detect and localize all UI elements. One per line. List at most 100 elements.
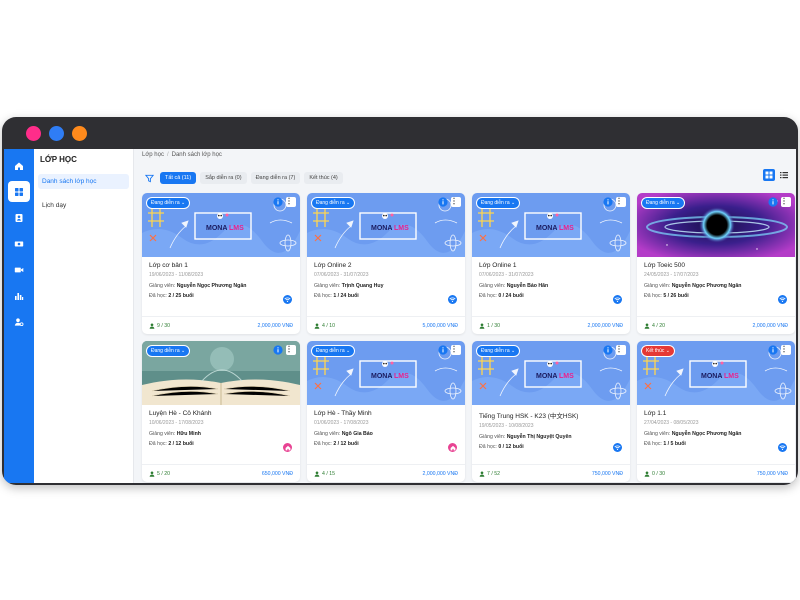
class-name[interactable]: Tiếng Trung HSK - K23 (中文HSK) [479,410,623,420]
class-price: 2,000,000 VNĐ [587,322,623,329]
status-badge[interactable]: Đang diễn ra ⌄ [146,345,191,357]
more-options-icon[interactable] [781,345,791,355]
teacher-label: Giảng viên: [644,283,672,289]
more-options-icon[interactable] [451,345,461,355]
home-rail-button[interactable] [8,155,30,176]
info-icon[interactable] [768,345,778,355]
sidenav-item-class-list[interactable]: Danh sách lớp học [38,174,129,189]
class-name[interactable]: Lớp 1.1 [644,410,788,417]
student-rail-button[interactable] [8,207,30,228]
orange-dot[interactable] [72,125,87,141]
status-badge[interactable]: Đang diễn ra ⌄ [311,197,356,209]
student-count: 4 / 15 [314,471,335,477]
chevron-down-icon: ⌄ [346,348,351,354]
students-icon [644,470,650,477]
student-count-value: 5 / 20 [157,470,170,477]
class-name[interactable]: Lớp Toeic 500 [644,262,788,269]
video-rail-button[interactable] [8,259,30,280]
progress-value: 2 / 12 buổi [333,441,359,447]
class-name[interactable]: Lớp Online 1 [479,262,623,269]
more-options-icon[interactable] [451,197,461,207]
view-toggle [763,169,790,181]
class-name[interactable]: Lớp Online 2 [314,262,458,269]
class-card[interactable]: MONA LMS Kết thúc ⌄ Lớp 1.1 27/04/2023 -… [637,341,795,482]
class-name[interactable]: Lớp Hè - Thầy Minh [314,410,458,417]
students-icon [479,322,485,329]
progress-value: 0 / 12 buổi [498,444,524,450]
info-icon[interactable] [273,197,283,207]
class-dates: 07/06/2023 - 31/07/2023 [314,272,369,278]
user-settings-rail-button[interactable] [8,311,30,332]
chart-rail-button[interactable] [8,285,30,306]
status-badge[interactable]: Kết thúc ⌄ [641,345,675,357]
info-icon[interactable] [603,345,613,355]
tab-upcoming[interactable]: Sắp diễn ra (0) [200,172,247,184]
sidenav-title: LỚP HỌC [40,155,77,164]
list-view-icon[interactable] [778,169,790,181]
wifi-icon [613,443,622,452]
chevron-down-icon: ⌄ [511,348,516,354]
class-teacher: Giảng viên: Ngô Gia Bảo [314,431,458,437]
status-badge[interactable]: Đang diễn ra ⌄ [476,345,521,357]
more-options-icon[interactable] [616,197,626,207]
mona-lms-thumbnail: MONA LMS Đang diễn ra ⌄ [142,193,300,257]
more-options-icon[interactable] [286,345,296,355]
class-card[interactable]: MONA LMS Đang diễn ra ⌄ Lớp Online 2 07/… [307,193,465,334]
info-icon[interactable] [603,197,613,207]
sidenav-item-schedule[interactable]: Lịch dạy [38,198,129,213]
progress-label: Đã học: [314,441,334,447]
tab-all[interactable]: Tất cả (11) [160,172,197,184]
class-grid: MONA LMS Đang diễn ra ⌄ Lớp cơ bản 1 19/… [142,193,795,482]
progress-value: 1 / 24 buổi [333,293,359,299]
student-count-value: 0 / 30 [652,470,665,477]
class-card[interactable]: MONA LMS Đang diễn ra ⌄ Lớp Online 1 07/… [472,193,630,334]
student-count: 4 / 10 [314,323,335,329]
progress-value: 5 / 26 buổi [663,293,689,299]
class-price: 750,000 VNĐ [756,470,788,477]
dashboard-rail-button[interactable] [8,181,30,202]
class-teacher: Giảng viên: Trịnh Quang Huy [314,283,458,289]
svg-text:MONA: MONA [701,373,722,380]
card-footer: 1 / 30 2,000,000 VNĐ [472,316,630,334]
grid-view-icon[interactable] [763,169,775,181]
class-card[interactable]: MONA LMS Đang diễn ra ⌄ Lớp Hè - Thầy Mi… [307,341,465,482]
class-dates: 01/06/2023 - 17/08/2023 [314,420,369,426]
mona-lms-thumbnail: MONA LMS Đang diễn ra ⌄ [307,193,465,257]
card-footer: 4 / 10 5,000,000 VNĐ [307,316,465,334]
info-icon[interactable] [438,197,448,207]
class-teacher: Giảng viên: Nguyễn Thị Nguyệt Quyên [479,434,623,440]
status-badge[interactable]: Đang diễn ra ⌄ [311,345,356,357]
info-icon[interactable] [768,197,778,207]
info-icon[interactable] [438,345,448,355]
class-card[interactable]: Đang diễn ra ⌄ Luyện Hè - Cô Khánh 10/06… [142,341,300,482]
status-label: Kết thúc [646,348,665,354]
student-count-value: 9 / 30 [157,322,170,329]
more-options-icon[interactable] [616,345,626,355]
pink-dot[interactable] [26,125,41,141]
tab-ongoing[interactable]: Đang diễn ra (7) [250,172,301,184]
card-body: Luyện Hè - Cô Khánh 10/06/2023 - 17/08/2… [142,405,300,447]
class-price: 750,000 VNĐ [591,470,623,477]
progress-value: 2 / 12 buổi [168,441,194,447]
info-icon[interactable] [273,345,283,355]
money-rail-button[interactable] [8,233,30,254]
more-options-icon[interactable] [781,197,791,207]
tab-ended[interactable]: Kết thúc (4) [304,172,343,184]
status-badge[interactable]: Đang diễn ra ⌄ [146,197,191,209]
card-body: Lớp Online 1 07/06/2023 - 31/07/2023 Giả… [472,257,630,299]
more-options-icon[interactable] [286,197,296,207]
progress-label: Đã học: [644,441,664,447]
class-dates: 10/06/2023 - 17/08/2023 [149,420,204,426]
class-name[interactable]: Luyện Hè - Cô Khánh [149,410,293,417]
blue-dot[interactable] [49,125,64,141]
class-card[interactable]: MONA LMS Đang diễn ra ⌄ Tiếng Trung HSK … [472,341,630,482]
status-badge[interactable]: Đang diễn ra ⌄ [476,197,521,209]
class-card[interactable]: MONA LMS Đang diễn ra ⌄ Lớp cơ bản 1 19/… [142,193,300,334]
class-card[interactable]: Đang diễn ra ⌄ Lớp Toeic 500 24/05/2023 … [637,193,795,334]
class-name[interactable]: Lớp cơ bản 1 [149,262,293,269]
status-badge[interactable]: Đang diễn ra ⌄ [641,197,686,209]
chevron-down-icon: ⌄ [346,200,351,206]
chart-icon [14,291,24,301]
filter-icon[interactable] [142,171,156,185]
breadcrumb-item-classes[interactable]: Lớp học [142,152,164,158]
